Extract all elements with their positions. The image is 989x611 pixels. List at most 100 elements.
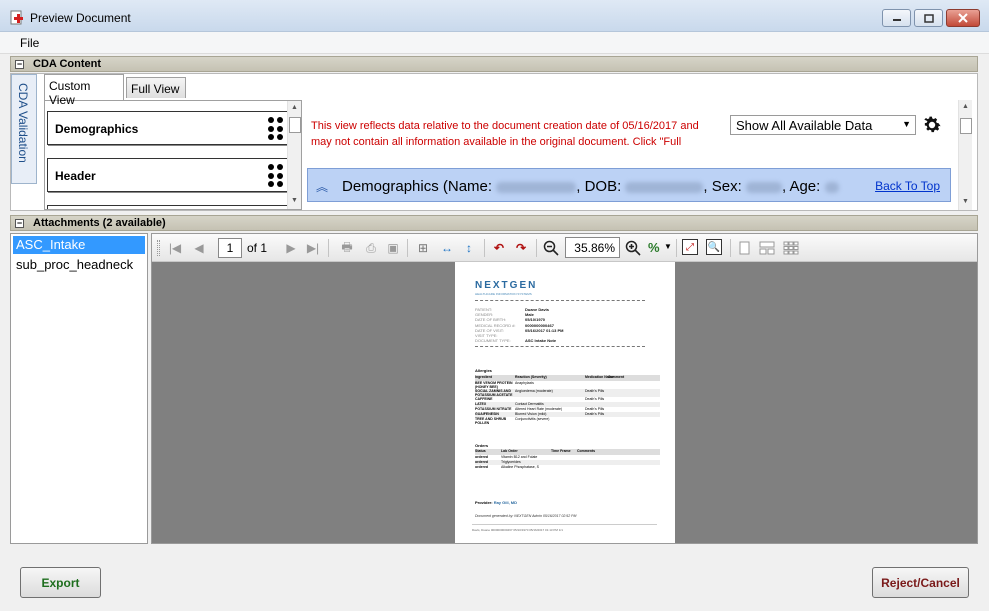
- toolbar-separator: [484, 239, 485, 257]
- first-page-icon[interactable]: |◀: [166, 239, 184, 257]
- cda-panel: CDA Validation Custom View Full View Dem…: [10, 73, 978, 211]
- table-cell: GUAIFENESIN: [475, 412, 499, 416]
- menu-bar: File: [0, 32, 989, 54]
- close-icon: [958, 13, 968, 23]
- generated-by: Document generated by: NEXTGEN Admin 05/…: [475, 514, 577, 518]
- collapse-icon[interactable]: −: [15, 60, 24, 69]
- scroll-up-icon[interactable]: ▲: [962, 103, 969, 110]
- table-header-cell: Status: [475, 449, 486, 453]
- table-cell: TREE AND SHRUB POLLEN: [475, 417, 507, 425]
- maximize-icon: [923, 13, 934, 23]
- zoom-in-icon[interactable]: [624, 239, 642, 257]
- collapse-icon[interactable]: −: [15, 219, 24, 228]
- attachment-list: ASC_Intake sub_proc_headneck: [10, 233, 148, 544]
- card-demographics-label: Demographics: [55, 122, 139, 136]
- attachment-item-asc-intake[interactable]: ASC_Intake: [13, 236, 145, 254]
- table-header-cell: Reaction (Severity): [515, 375, 547, 379]
- menu-file[interactable]: File: [20, 36, 39, 50]
- toolbar-separator: [730, 239, 731, 257]
- toolbar-separator: [536, 239, 537, 257]
- card-demographics[interactable]: Demographics: [47, 111, 289, 145]
- reject-cancel-button[interactable]: Reject/Cancel: [872, 567, 969, 598]
- field-value: ASC Intake Note: [525, 338, 557, 344]
- table-cell: Conjunctivitis (severe): [515, 417, 550, 421]
- last-page-icon[interactable]: ▶|: [304, 239, 322, 257]
- zoom-menu-chevron-icon[interactable]: ▼: [664, 242, 672, 251]
- print-icon[interactable]: 🖶: [338, 239, 356, 257]
- tab-full-view[interactable]: Full View: [126, 77, 186, 98]
- page-setup-icon[interactable]: ⊞: [414, 239, 432, 257]
- find-icon[interactable]: 🔍: [706, 239, 722, 255]
- fit-width-icon[interactable]: ↔: [438, 239, 456, 257]
- next-page-icon[interactable]: ▶: [282, 239, 300, 257]
- gear-icon[interactable]: [921, 114, 943, 136]
- chevron-down-icon: ▼: [902, 119, 911, 129]
- data-filter-select[interactable]: Show All Available Data ▼: [730, 115, 916, 135]
- tab-full-view-label: Full View: [131, 82, 180, 96]
- cda-content-header[interactable]: − CDA Content: [10, 56, 978, 72]
- rotate-right-icon[interactable]: ↷: [512, 239, 530, 257]
- scroll-up-icon[interactable]: ▲: [291, 104, 298, 111]
- drag-handle-icon[interactable]: [268, 117, 284, 141]
- document-medical-icon: [10, 10, 23, 25]
- redacted-name: [496, 181, 577, 193]
- attachments-header[interactable]: − Attachments (2 available): [10, 215, 978, 231]
- custom-view-pane: Demographics Header ▲ ▼: [44, 100, 302, 210]
- multi-page-icon[interactable]: [782, 239, 800, 257]
- scroll-down-icon[interactable]: ▼: [962, 198, 969, 205]
- cda-validation-tab[interactable]: CDA Validation: [11, 74, 37, 184]
- orders-table: Status Lab Order Time Frame Comments ordered…: [475, 449, 660, 470]
- divider: [475, 346, 645, 347]
- maximize-button[interactable]: [914, 9, 943, 27]
- divider: [475, 300, 645, 301]
- nextgen-logo: NEXTGEN: [475, 280, 538, 291]
- fit-height-icon[interactable]: ↕: [460, 239, 478, 257]
- table-header-cell: Lab Order: [501, 449, 518, 453]
- card-header[interactable]: Header: [47, 158, 289, 192]
- table-header-cell: Comment: [608, 375, 625, 379]
- close-button[interactable]: [946, 9, 980, 27]
- content-scrollbar[interactable]: ▲ ▼: [958, 100, 972, 210]
- attachments-title: Attachments (2 available): [33, 217, 166, 229]
- minimize-button[interactable]: [882, 9, 911, 27]
- cards-scrollbar[interactable]: ▲ ▼: [287, 101, 301, 209]
- minimize-icon: [892, 19, 901, 21]
- toolbar-separator: [407, 239, 408, 257]
- back-to-top-link[interactable]: Back To Top: [875, 179, 940, 193]
- rotate-left-icon[interactable]: ↶: [490, 239, 508, 257]
- two-page-icon[interactable]: [758, 239, 776, 257]
- toolbar-separator: [676, 239, 677, 257]
- orders-title: Orders: [475, 443, 489, 448]
- table-cell: Alkaline Phosphatase, S: [501, 465, 539, 469]
- zoom-out-icon[interactable]: [542, 239, 560, 257]
- collapse-chevron-icon[interactable]: ︽: [316, 178, 328, 195]
- prev-page-icon[interactable]: ◀: [190, 239, 208, 257]
- card-header-label: Header: [55, 169, 96, 183]
- table-cell: CAFFEINE: [475, 397, 493, 401]
- table-cell: POTASSIUM NITRATE: [475, 407, 512, 411]
- page-number-input[interactable]: 1: [218, 238, 242, 258]
- tab-custom-view[interactable]: Custom View: [44, 74, 124, 107]
- table-row: ordered Alkaline Phosphatase, S: [475, 465, 660, 470]
- zoom-level-input[interactable]: 35.86%: [565, 237, 620, 258]
- table-row: TREE AND SHRUB POLLEN Conjunctivitis (sev…: [475, 417, 660, 425]
- redacted-sex: [745, 181, 782, 193]
- demographics-summary: Demographics (Name: , DOB: , Sex: , Age:: [342, 178, 839, 195]
- scroll-down-icon[interactable]: ▼: [291, 197, 298, 204]
- table-header-cell: Time Frame: [551, 449, 571, 453]
- document-viewer: |◀ ◀ 1 of 1 ▶ ▶| 🖶 ⎙ ▣ ⊞ ↔ ↕ ↶ ↷ 35.86% …: [151, 233, 978, 544]
- cards-scroll-thumb[interactable]: [289, 117, 301, 133]
- content-scroll-thumb[interactable]: [960, 118, 972, 134]
- card-partial: [47, 205, 289, 209]
- full-screen-icon[interactable]: ⤢: [682, 239, 698, 255]
- export-button[interactable]: Export: [20, 567, 101, 598]
- zoom-percent-icon[interactable]: %: [648, 240, 660, 255]
- attachment-item-sub-proc-headneck[interactable]: sub_proc_headneck: [13, 256, 145, 274]
- print-preview-icon[interactable]: ⎙: [362, 239, 380, 257]
- redacted-age: [824, 181, 839, 193]
- provider-line: Provider: Ray Gill, MD: [475, 500, 518, 505]
- save-icon[interactable]: ▣: [384, 239, 402, 257]
- single-page-icon[interactable]: [736, 239, 754, 257]
- drag-handle-icon[interactable]: [268, 164, 284, 188]
- table-cell: LATEX: [475, 402, 487, 406]
